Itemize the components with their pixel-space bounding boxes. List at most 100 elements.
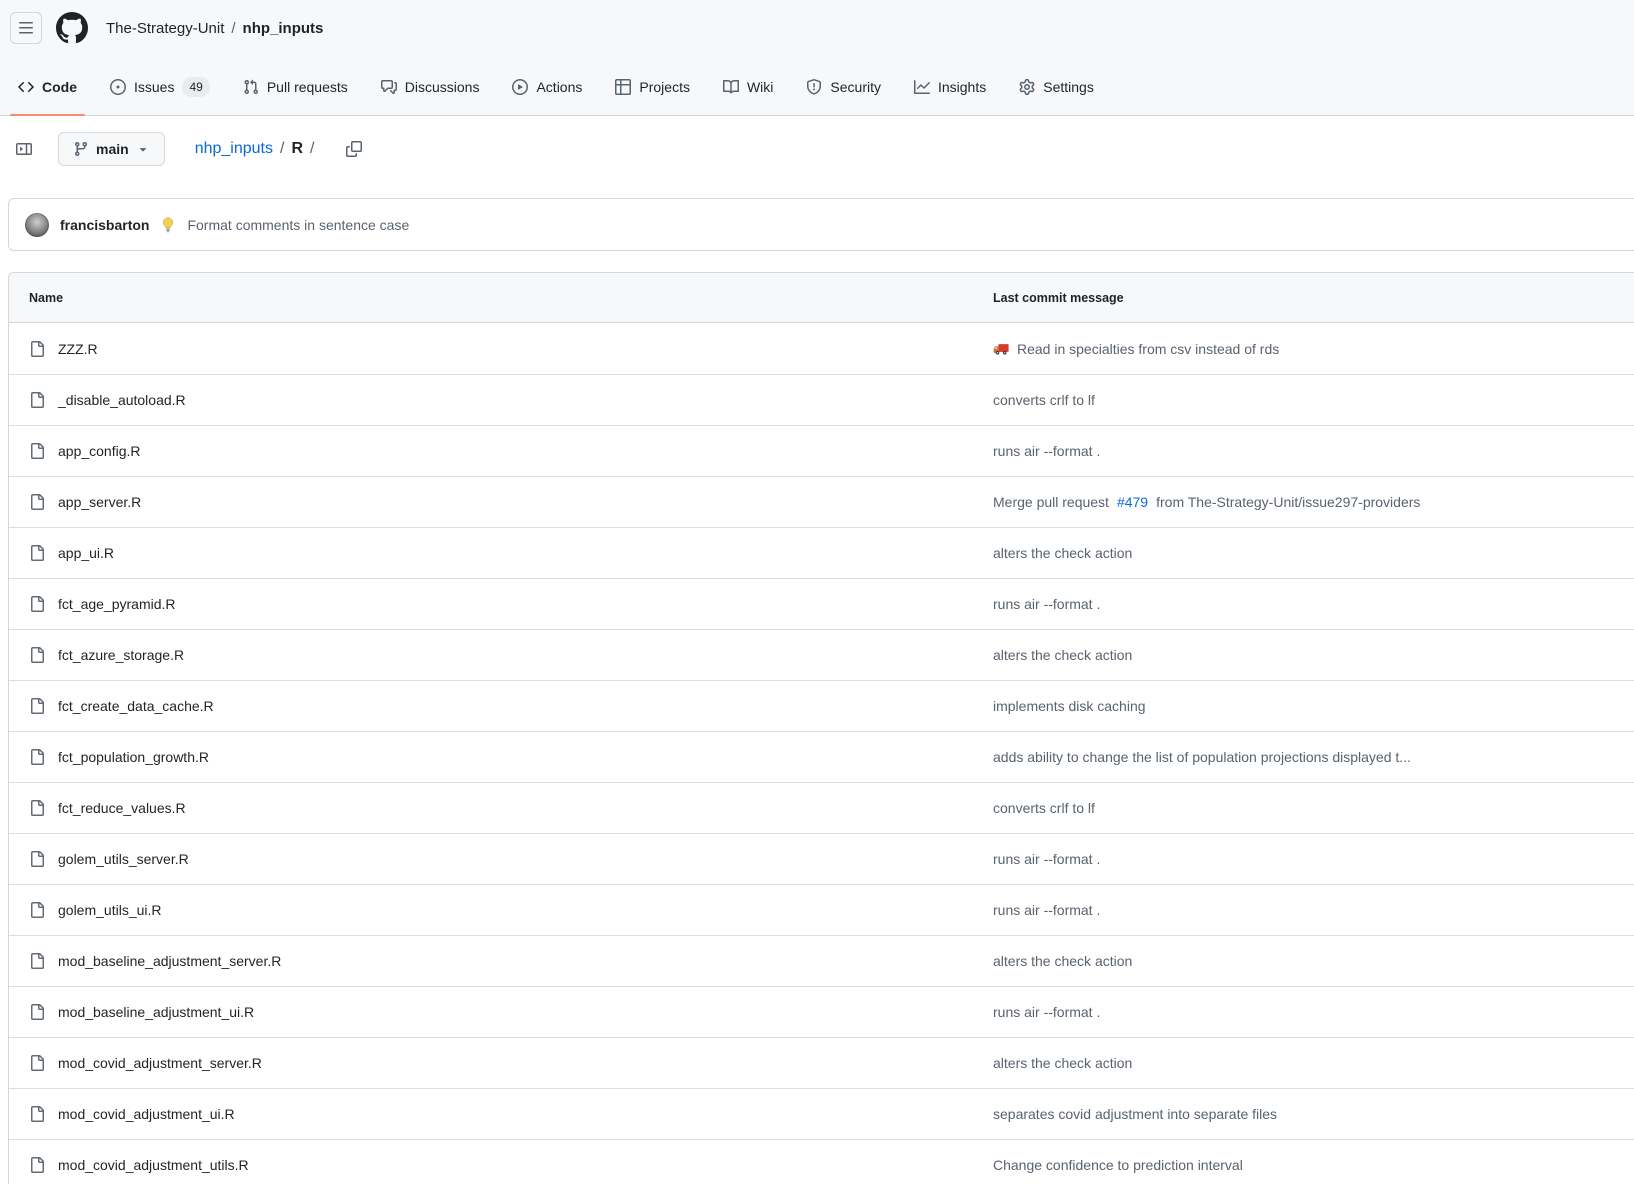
pull-request-link[interactable]: #479 [1117, 494, 1148, 510]
book-icon [723, 79, 739, 95]
commit-author-link[interactable]: francisbarton [60, 217, 149, 233]
file-name-link[interactable]: app_ui.R [58, 545, 114, 561]
tab-insights[interactable]: Insights [906, 59, 994, 115]
commit-message-text[interactable]: alters the check action [993, 545, 1132, 561]
file-name-link[interactable]: fct_create_data_cache.R [58, 698, 214, 714]
commit-message-text[interactable]: converts crlf to lf [993, 392, 1095, 408]
github-mark-icon [56, 12, 88, 44]
file-name-link[interactable]: golem_utils_server.R [58, 851, 189, 867]
commit-message-cell: implements disk caching [993, 698, 1634, 714]
avatar[interactable] [25, 213, 49, 237]
tab-code[interactable]: Code [10, 59, 85, 115]
play-icon [512, 79, 528, 95]
commit-message-text[interactable]: runs air --format . [993, 596, 1100, 612]
repo-nav: Code Issues49 Pull requests Discussions Acti… [10, 59, 1618, 115]
commit-message-text[interactable]: runs air --format . [993, 902, 1100, 918]
file-name-link[interactable]: app_server.R [58, 494, 141, 510]
file-icon [29, 341, 45, 357]
tab-projects[interactable]: Projects [607, 59, 698, 115]
table-row: fct_population_growth.R adds ability to … [9, 731, 1634, 782]
tab-pull-requests[interactable]: Pull requests [235, 59, 356, 115]
file-name-link[interactable]: fct_population_growth.R [58, 749, 209, 765]
file-name-link[interactable]: mod_covid_adjustment_server.R [58, 1055, 262, 1071]
file-name-cell: mod_baseline_adjustment_ui.R [9, 1004, 993, 1020]
file-name-link[interactable]: app_config.R [58, 443, 141, 459]
file-icon [29, 392, 45, 408]
commit-message-text[interactable]: converts crlf to lf [993, 800, 1095, 816]
tab-actions[interactable]: Actions [504, 59, 590, 115]
file-icon [29, 698, 45, 714]
file-icon [29, 953, 45, 969]
commit-message-cell: converts crlf to lf [993, 800, 1634, 816]
commit-message-cell: Change confidence to prediction interval [993, 1157, 1634, 1173]
breadcrumb-org-link[interactable]: The-Strategy-Unit [106, 20, 224, 37]
breadcrumb-repo-link[interactable]: nhp_inputs [243, 20, 324, 37]
commit-message-cell: converts crlf to lf [993, 392, 1634, 408]
commit-message-text[interactable]: runs air --format . [993, 851, 1100, 867]
file-name-link[interactable]: _disable_autoload.R [58, 392, 186, 408]
file-name-link[interactable]: fct_reduce_values.R [58, 800, 186, 816]
commit-message-cell: alters the check action [993, 1055, 1634, 1071]
commit-message-text[interactable]: runs air --format . [993, 1004, 1100, 1020]
file-name-cell: mod_covid_adjustment_server.R [9, 1055, 993, 1071]
github-logo[interactable] [56, 12, 88, 44]
file-name-link[interactable]: fct_age_pyramid.R [58, 596, 176, 612]
table-row: golem_utils_server.R runs air --format . [9, 833, 1634, 884]
table-row: mod_covid_adjustment_utils.R Change conf… [9, 1139, 1634, 1184]
commit-message-text[interactable]: adds ability to change the list of popul… [993, 749, 1411, 765]
file-name-cell: mod_covid_adjustment_utils.R [9, 1157, 993, 1173]
commit-message-text[interactable]: Read in specialties from csv instead of … [1017, 341, 1279, 357]
file-name-link[interactable]: ZZZ.R [58, 341, 98, 357]
path-separator: / [310, 140, 314, 158]
commit-message-text[interactable]: separates covid adjustment into separate… [993, 1106, 1277, 1122]
light-bulb-icon [160, 217, 176, 233]
file-name-cell: app_ui.R [9, 545, 993, 561]
tab-label: Pull requests [267, 79, 348, 95]
copy-path-button[interactable] [340, 135, 368, 163]
tab-issues[interactable]: Issues49 [102, 59, 218, 115]
commit-message-text[interactable]: implements disk caching [993, 698, 1146, 714]
file-name-link[interactable]: mod_baseline_adjustment_server.R [58, 953, 281, 969]
main-content: main nhp_inputs / R / francisbarton Form… [0, 116, 1634, 1184]
table-header-row: Name Last commit message [9, 273, 1634, 323]
file-name-link[interactable]: fct_azure_storage.R [58, 647, 184, 663]
file-name-cell: app_config.R [9, 443, 993, 459]
commit-message-text[interactable]: runs air --format . [993, 443, 1100, 459]
column-header-name: Name [9, 291, 993, 305]
file-icon [29, 545, 45, 561]
commit-message-text[interactable]: alters the check action [993, 1055, 1132, 1071]
tab-label: Actions [536, 79, 582, 95]
file-table: Name Last commit message ZZZ.R Read in s… [8, 272, 1634, 1184]
commit-message-text[interactable]: alters the check action [993, 953, 1132, 969]
tab-security[interactable]: Security [798, 59, 889, 115]
tab-discussions[interactable]: Discussions [373, 59, 488, 115]
file-name-link[interactable]: golem_utils_ui.R [58, 902, 162, 918]
sidebar-expand-icon [16, 141, 32, 157]
commit-message-text[interactable]: alters the check action [993, 647, 1132, 663]
file-name-link[interactable]: mod_covid_adjustment_ui.R [58, 1106, 235, 1122]
commit-message-link[interactable]: Format comments in sentence case [187, 217, 409, 233]
file-name-cell: fct_azure_storage.R [9, 647, 993, 663]
commit-message-prefix[interactable]: Merge pull request [993, 494, 1109, 510]
file-icon [29, 443, 45, 459]
tab-wiki[interactable]: Wiki [715, 59, 781, 115]
file-icon [29, 851, 45, 867]
commit-message-text[interactable]: Change confidence to prediction interval [993, 1157, 1243, 1173]
file-name-link[interactable]: mod_baseline_adjustment_ui.R [58, 1004, 254, 1020]
file-name-link[interactable]: mod_covid_adjustment_utils.R [58, 1157, 249, 1173]
commit-message-suffix[interactable]: from The-Strategy-Unit/issue297-provider… [1156, 494, 1420, 510]
path-repo-link[interactable]: nhp_inputs [195, 140, 273, 158]
hamburger-menu-button[interactable] [10, 12, 42, 44]
table-row: mod_covid_adjustment_server.R alters the… [9, 1037, 1634, 1088]
table-row: mod_covid_adjustment_ui.R separates covi… [9, 1088, 1634, 1139]
tab-settings[interactable]: Settings [1011, 59, 1102, 115]
expand-sidebar-button[interactable] [8, 133, 40, 165]
tab-label: Projects [639, 79, 690, 95]
file-icon [29, 1055, 45, 1071]
branch-selector-button[interactable]: main [58, 132, 165, 166]
issue-opened-icon [110, 79, 126, 95]
breadcrumb: The-Strategy-Unit / nhp_inputs [106, 20, 323, 37]
commit-message-cell: alters the check action [993, 545, 1634, 561]
file-name-cell: _disable_autoload.R [9, 392, 993, 408]
file-icon [29, 494, 45, 510]
